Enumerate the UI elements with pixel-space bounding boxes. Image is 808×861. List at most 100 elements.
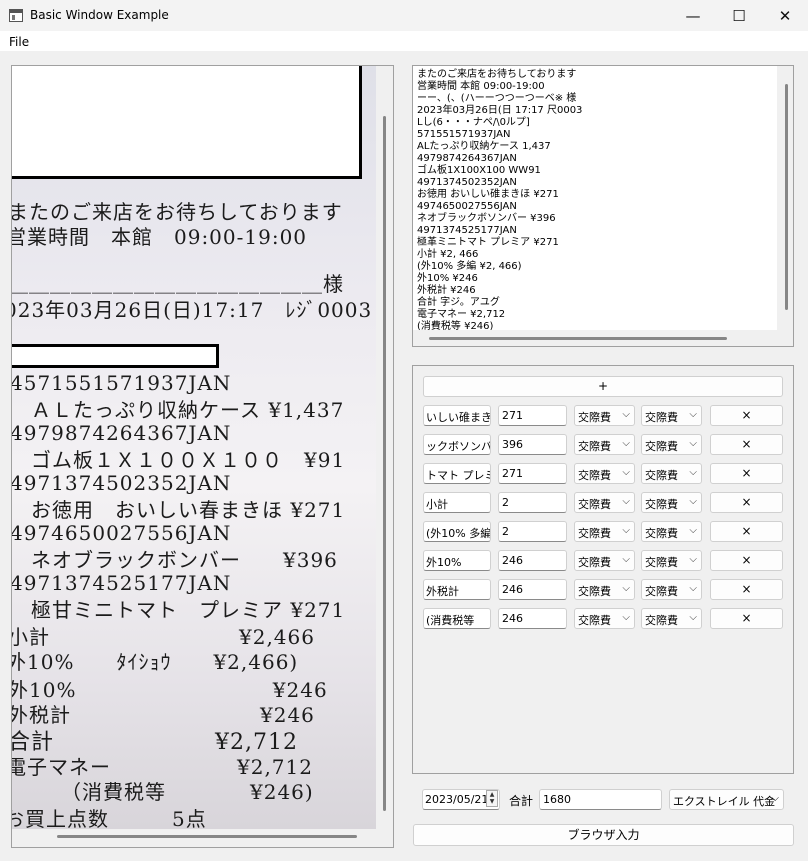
category-select[interactable]: 交際費 ⌵	[574, 550, 635, 571]
category-select-value: 交際費	[578, 556, 611, 569]
chevron-down-icon: ⌵	[622, 409, 630, 420]
receipt-line: 4971374502352JAN	[12, 471, 232, 495]
horizontal-scrollbar[interactable]	[57, 835, 357, 838]
item-name-input[interactable]: 小計	[423, 492, 491, 513]
delete-row-button[interactable]: ×	[710, 579, 783, 600]
receipt-line: ＿＿＿＿＿＿＿＿＿＿＿＿＿＿＿様	[12, 272, 344, 296]
delete-row-button[interactable]: ×	[710, 463, 783, 484]
total-label: 合計	[509, 794, 534, 808]
close-window-button[interactable]: ✕	[762, 0, 808, 31]
subcategory-select-value: 交際費	[645, 440, 678, 453]
receipt-line: 4974650027556JAN	[12, 521, 232, 545]
receipt-image-panel: またのご来店をお待ちしております 営業時間 本館 09:00-19:00 ＿＿＿＿＿…	[11, 65, 394, 848]
chevron-down-icon: ⌵	[689, 438, 697, 449]
receipt-line: ネオブラックボンバー ¥396	[12, 548, 338, 572]
subcategory-select[interactable]: 交際費 ⌵	[641, 608, 702, 629]
item-row: 外税計 246 交際費 ⌵ 交際費 ⌵ ×	[423, 579, 785, 601]
item-amount-input[interactable]: 2	[498, 492, 567, 513]
category-select-value: 交際費	[578, 469, 611, 482]
chevron-down-icon: ⌵	[622, 438, 630, 449]
redaction-box	[12, 66, 362, 179]
receipt-line: 4571551571937JAN	[12, 371, 232, 395]
account-select[interactable]: エクストレイル 代金 ⌵	[669, 789, 784, 810]
subcategory-select-value: 交際費	[645, 556, 678, 569]
delete-row-button[interactable]: ×	[710, 492, 783, 513]
item-amount-input[interactable]: 246	[498, 608, 567, 629]
subcategory-select[interactable]: 交際費 ⌵	[641, 492, 702, 513]
item-row: いしい碓まきほ 271 交際費 ⌵ 交際費 ⌵ ×	[423, 405, 785, 427]
subcategory-select[interactable]: 交際費 ⌵	[641, 434, 702, 455]
chevron-down-icon: ⌵	[689, 496, 697, 507]
receipt-line: 営業時間 本館 09:00-19:00	[12, 225, 308, 249]
item-name-input[interactable]: ックボソンバー	[423, 434, 491, 455]
vertical-scrollbar[interactable]	[383, 116, 386, 811]
chevron-down-icon: ⌵	[622, 496, 630, 507]
subcategory-select[interactable]: 交際費 ⌵	[641, 521, 702, 542]
delete-row-button[interactable]: ×	[710, 550, 783, 571]
chevron-down-icon: ⌵	[689, 612, 697, 623]
subcategory-select-value: 交際費	[645, 585, 678, 598]
chevron-down-icon: ⌵	[689, 525, 697, 536]
subcategory-select[interactable]: 交際費 ⌵	[641, 405, 702, 426]
item-name-input[interactable]: 外10%	[423, 550, 491, 571]
horizontal-scrollbar[interactable]	[429, 337, 727, 340]
receipt-image: またのご来店をお待ちしております 営業時間 本館 09:00-19:00 ＿＿＿＿＿…	[12, 66, 376, 829]
category-select[interactable]: 交際費 ⌵	[574, 579, 635, 600]
vertical-scrollbar[interactable]	[785, 84, 788, 310]
maximize-button[interactable]: ☐	[716, 0, 762, 31]
total-input[interactable]: 1680	[539, 789, 662, 810]
item-name-input[interactable]: (外10% 多編	[423, 521, 491, 542]
delete-row-button[interactable]: ×	[710, 608, 783, 629]
item-amount-input[interactable]: 271	[498, 405, 567, 426]
chevron-down-icon: ⌵	[622, 554, 630, 565]
subcategory-select[interactable]: 交際費 ⌵	[641, 579, 702, 600]
category-select-value: 交際費	[578, 440, 611, 453]
subcategory-select-value: 交際費	[645, 411, 678, 424]
ocr-text-area[interactable]: またのご来店をお待ちしております 営業時間 本館 09:00-19:00 ーー、…	[413, 66, 777, 330]
category-select[interactable]: 交際費 ⌵	[574, 463, 635, 484]
account-select-value: エクストレイル 代金	[673, 795, 776, 808]
add-row-button[interactable]: +	[423, 376, 783, 397]
item-amount-input[interactable]: 271	[498, 463, 567, 484]
receipt-line: 023年03月26日(日)17:17 ﾚｼﾞ0003	[12, 298, 373, 322]
item-name-input[interactable]: (消費税等	[423, 608, 491, 629]
window-title: Basic Window Example	[30, 8, 169, 22]
app-window-icon	[9, 9, 23, 22]
delete-row-button[interactable]: ×	[710, 434, 783, 455]
subcategory-select-value: 交際費	[645, 527, 678, 540]
category-select[interactable]: 交際費 ⌵	[574, 521, 635, 542]
minimize-button[interactable]: —	[670, 0, 716, 31]
chevron-down-icon: ⌵	[622, 467, 630, 478]
footer-bar: 2023/05/21 ▲ ▼ 合計 1680 エクストレイル 代金 ⌵	[412, 788, 794, 810]
item-amount-input[interactable]: 2	[498, 521, 567, 542]
item-row: 小計 2 交際費 ⌵ 交際費 ⌵ ×	[423, 492, 785, 514]
receipt-line: お買上点数 5点	[12, 807, 207, 829]
browser-input-button[interactable]: ブラウザ入力	[413, 824, 794, 846]
category-select[interactable]: 交際費 ⌵	[574, 434, 635, 455]
chevron-down-icon: ⌵	[771, 793, 779, 804]
item-name-input[interactable]: 外税計	[423, 579, 491, 600]
item-amount-input[interactable]: 246	[498, 579, 567, 600]
item-name-input[interactable]: いしい碓まきほ	[423, 405, 491, 426]
redaction-box	[12, 344, 219, 368]
category-select[interactable]: 交際費 ⌵	[574, 405, 635, 426]
receipt-line: ＡＬたっぷり収納ケース ¥1,437	[12, 398, 345, 422]
item-amount-input[interactable]: 396	[498, 434, 567, 455]
receipt-line: 4971374525177JAN	[12, 571, 232, 595]
delete-row-button[interactable]: ×	[710, 521, 783, 542]
item-row: (外10% 多編 2 交際費 ⌵ 交際費 ⌵ ×	[423, 521, 785, 543]
delete-row-button[interactable]: ×	[710, 405, 783, 426]
subcategory-select[interactable]: 交際費 ⌵	[641, 550, 702, 571]
item-name-input[interactable]: トマト プレミア	[423, 463, 491, 484]
spin-up-icon[interactable]: ▲	[490, 791, 495, 798]
category-select[interactable]: 交際費 ⌵	[574, 492, 635, 513]
item-amount-input[interactable]: 246	[498, 550, 567, 571]
spin-down-icon[interactable]: ▼	[490, 798, 495, 805]
date-spinner[interactable]: ▲ ▼	[486, 790, 498, 807]
subcategory-select[interactable]: 交際費 ⌵	[641, 463, 702, 484]
chevron-down-icon: ⌵	[689, 409, 697, 420]
receipt-line: 4979874264367JAN	[12, 421, 232, 445]
menu-file[interactable]: File	[9, 35, 29, 49]
category-select[interactable]: 交際費 ⌵	[574, 608, 635, 629]
title-bar: Basic Window Example — ☐ ✕	[0, 0, 808, 31]
